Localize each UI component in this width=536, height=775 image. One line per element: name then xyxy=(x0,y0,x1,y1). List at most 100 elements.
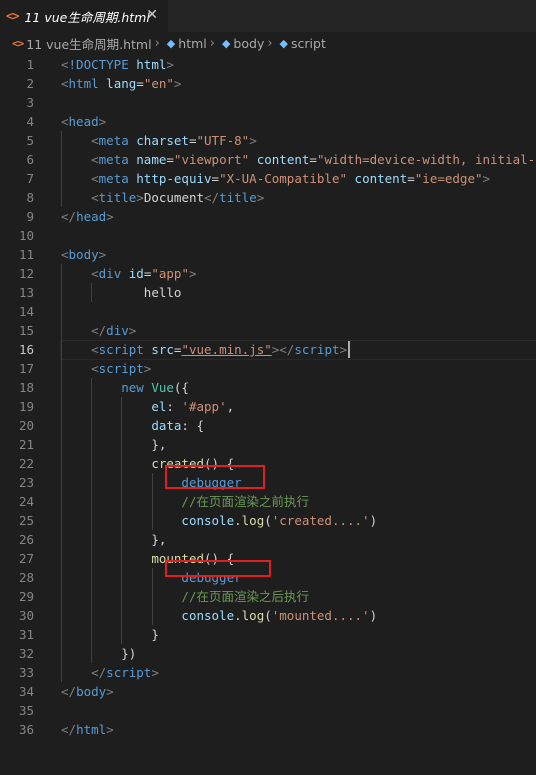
code-line[interactable]: 23 debugger xyxy=(0,473,536,492)
code-line[interactable]: 18 new Vue({ xyxy=(0,378,536,397)
indent-guide xyxy=(121,625,123,644)
indent-guide xyxy=(61,131,62,150)
code-token: "app" xyxy=(151,266,189,281)
line-code: <meta name="viewport" content="width=dev… xyxy=(61,150,536,169)
editor-tab[interactable]: <> 11 vue生命周期.html ✕ xyxy=(0,0,168,32)
indent-guide xyxy=(91,416,93,435)
breadcrumb: <> 11 vue生命周期.html › ◆ html › ◆ body › ◆… xyxy=(0,32,536,54)
line-code: //在页面渲染之前执行 xyxy=(61,492,309,511)
code-line[interactable]: 16 <script src="vue.min.js"></script> xyxy=(0,340,536,359)
code-line[interactable]: 9 </head> xyxy=(0,207,536,226)
code-token: data xyxy=(151,418,182,433)
code-token: "UTF-8" xyxy=(196,133,250,148)
indent-guide xyxy=(61,530,62,549)
code-token: meta xyxy=(98,152,129,167)
code-token: script xyxy=(98,361,144,376)
code-token: html xyxy=(76,722,107,737)
code-editor[interactable]: 1 <!DOCTYPE html> 2 <html lang="en"> 3 4 <head… xyxy=(0,54,536,775)
code-line[interactable]: 33 </script> xyxy=(0,663,536,682)
code-token: new xyxy=(121,380,144,395)
code-line[interactable]: 13 hello xyxy=(0,283,536,302)
code-line[interactable]: 7 <meta http-equiv="X-UA-Compatible" con… xyxy=(0,169,536,188)
indent-guide xyxy=(61,378,62,397)
line-number: 20 xyxy=(18,418,34,433)
breadcrumb-item-body[interactable]: body xyxy=(233,36,264,51)
line-number: 7 xyxy=(26,171,34,186)
line-number: 3 xyxy=(26,95,34,110)
code-token: = xyxy=(188,133,197,148)
code-token: < xyxy=(91,342,99,357)
indent-guide xyxy=(61,283,62,302)
code-token: > xyxy=(339,342,348,357)
line-code: <head> xyxy=(61,112,106,131)
breadcrumb-item-script[interactable]: script xyxy=(291,36,326,51)
indent-guide xyxy=(91,606,93,625)
indent-guide xyxy=(151,587,153,606)
code-line[interactable]: 2 <html lang="en"> xyxy=(0,74,536,93)
code-line[interactable]: 25 console.log('created....') xyxy=(0,511,536,530)
code-line[interactable]: 11 <body> xyxy=(0,245,536,264)
code-line[interactable]: 6 <meta name="viewport" content="width=d… xyxy=(0,150,536,169)
line-code: <!DOCTYPE html> xyxy=(61,55,174,74)
code-line[interactable]: 30 console.log('mounted....') xyxy=(0,606,536,625)
code-line[interactable]: 14 xyxy=(0,302,536,321)
code-token: > xyxy=(173,76,182,91)
code-token: }, xyxy=(151,437,167,452)
code-line[interactable]: 8 <title>Document</title> xyxy=(0,188,536,207)
indent-guide xyxy=(121,473,123,492)
code-line[interactable]: 19 el: '#app', xyxy=(0,397,536,416)
code-token: = xyxy=(166,152,174,167)
close-icon[interactable]: ✕ xyxy=(146,7,158,23)
line-code: new Vue({ xyxy=(61,378,189,397)
line-number: 27 xyxy=(18,551,34,566)
code-line[interactable]: 4 <head> xyxy=(0,112,536,131)
code-token: log xyxy=(241,513,265,528)
code-line[interactable]: 21 }, xyxy=(0,435,536,454)
code-token: < xyxy=(91,171,99,186)
line-number: 19 xyxy=(18,399,34,414)
code-line[interactable]: 5 <meta charset="UTF-8"> xyxy=(0,131,536,150)
line-code: <script> xyxy=(61,359,151,378)
code-line[interactable]: 31 } xyxy=(0,625,536,644)
code-line[interactable]: 34 </body> xyxy=(0,682,536,701)
indent-guide xyxy=(61,359,62,378)
symbol-tag-icon: ◆ xyxy=(166,36,176,50)
code-token: html xyxy=(68,76,99,91)
code-line[interactable]: 26 }, xyxy=(0,530,536,549)
line-number: 1 xyxy=(26,57,34,72)
code-line[interactable]: 32 }) xyxy=(0,644,536,663)
breadcrumb-file[interactable]: 11 vue生命周期.html xyxy=(26,34,151,53)
code-token: content xyxy=(354,171,408,186)
line-number: 9 xyxy=(26,209,34,224)
code-line[interactable]: 36 </html> xyxy=(0,720,536,739)
code-line[interactable]: 29 //在页面渲染之后执行 xyxy=(0,587,536,606)
line-number: 12 xyxy=(18,266,34,281)
line-number: 21 xyxy=(18,437,34,452)
symbol-tag-icon: ◆ xyxy=(279,36,289,50)
code-line[interactable]: 10 xyxy=(0,226,536,245)
code-line[interactable]: 35 xyxy=(0,701,536,720)
code-token: body xyxy=(76,684,107,699)
code-line[interactable]: 24 //在页面渲染之前执行 xyxy=(0,492,536,511)
code-line[interactable]: 12 <div id="app"> xyxy=(0,264,536,283)
line-number: 33 xyxy=(18,665,34,680)
code-token: > xyxy=(151,665,159,680)
code-token: 'mounted....' xyxy=(271,608,370,623)
line-number: 28 xyxy=(18,570,34,585)
code-line[interactable]: 20 data: { xyxy=(0,416,536,435)
line-code: hello xyxy=(61,283,182,302)
line-number: 5 xyxy=(26,133,34,148)
indent-guide xyxy=(121,492,123,511)
breadcrumb-item-html[interactable]: html xyxy=(178,36,206,51)
code-line[interactable]: 3 xyxy=(0,93,536,112)
code-token: div xyxy=(106,323,129,338)
code-line[interactable]: 1 <!DOCTYPE html> xyxy=(0,55,536,74)
code-line[interactable]: 15 </div> xyxy=(0,321,536,340)
code-token: script xyxy=(106,665,152,680)
code-token: > xyxy=(256,190,265,205)
indent-guide xyxy=(121,416,123,435)
line-number: 13 xyxy=(18,285,34,300)
code-line[interactable]: 17 <script> xyxy=(0,359,536,378)
code-line[interactable]: 22 created() { xyxy=(0,454,536,473)
